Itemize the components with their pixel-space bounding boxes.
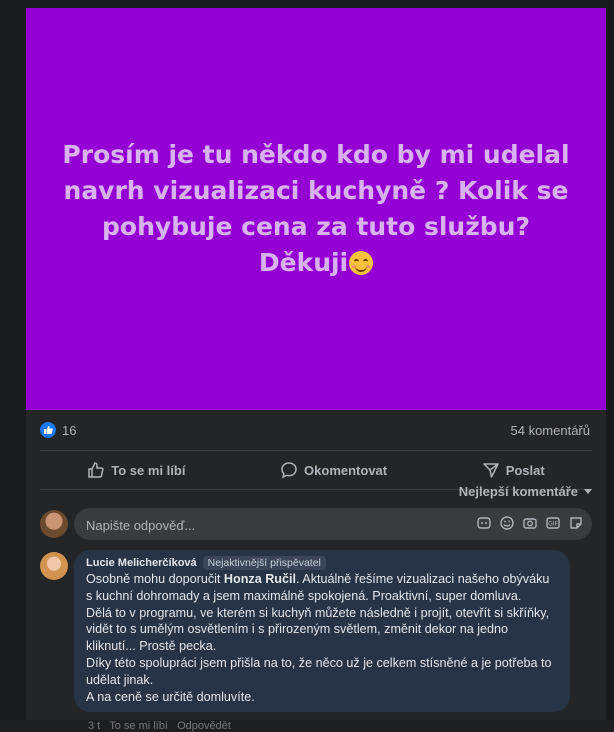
thumbs-up-icon: [88, 462, 104, 478]
comment-button-label: Okomentovat: [304, 462, 388, 478]
send-icon: [482, 463, 499, 478]
smiling-face-icon: [349, 251, 374, 275]
mentioned-name[interactable]: Honza Ručil: [224, 572, 296, 586]
gif-icon[interactable]: GIF: [545, 515, 561, 531]
current-user-avatar[interactable]: [40, 510, 68, 538]
comment-author[interactable]: Lucie Melicherčíková: [86, 557, 197, 569]
share-button-label: Poslat: [505, 462, 545, 478]
post-text: Prosím je tu někdo kdo by mi udelal navr…: [56, 137, 576, 281]
feed-background: Prosím je tu někdo kdo by mi udelal navr…: [0, 0, 614, 732]
reply-input[interactable]: [84, 508, 468, 542]
like-button-label: To se mi líbí: [111, 462, 186, 478]
svg-text:GIF: GIF: [548, 521, 558, 528]
composer-tools: GIF: [476, 515, 584, 531]
share-button[interactable]: Poslat: [482, 461, 545, 479]
avatar-sticker-icon[interactable]: [476, 515, 492, 531]
post-text-background[interactable]: Prosím je tu někdo kdo by mi udelal navr…: [26, 8, 606, 410]
comment-text-pre: Osobně mohu doporučit: [86, 572, 224, 586]
post-card: Prosím je tu někdo kdo by mi udelal navr…: [26, 8, 606, 732]
reply-composer: GIF: [40, 508, 592, 542]
comment-sort-dropdown[interactable]: Nejlepší komentáře: [459, 484, 592, 499]
like-count: 16: [62, 422, 77, 438]
comment-like-link[interactable]: To se mi líbí: [109, 720, 168, 732]
camera-icon[interactable]: [522, 515, 538, 531]
comment-paragraph-1: Osobně mohu doporučit Honza Ručil. Aktuá…: [86, 571, 558, 605]
comment-header: Lucie Melicherčíková Nejaktivnější přisp…: [86, 556, 558, 570]
commenter-avatar[interactable]: [40, 552, 68, 580]
comment-time: 3 t: [88, 720, 101, 732]
post-stats: 16 54 komentářů: [26, 410, 606, 450]
comment-meta: 3 t To se mi líbí Odpovědět: [88, 720, 231, 732]
comment-count-link[interactable]: 54 komentářů: [511, 423, 607, 438]
post-text-content: Prosím je tu někdo kdo by mi udelal navr…: [62, 140, 570, 277]
comment-bubble-icon: [281, 462, 297, 479]
sticker-icon[interactable]: [568, 515, 584, 531]
top-contributor-badge: Nejaktivnější přispěvatel: [202, 556, 326, 570]
comment-paragraph-4: A na ceně se určitě domluvíte.: [86, 689, 255, 704]
reply-input-container: GIF: [74, 508, 592, 542]
comment-reply-link[interactable]: Odpovědět: [177, 720, 231, 732]
like-reaction-icon: [40, 422, 56, 438]
chevron-down-icon: [584, 489, 592, 494]
comment-text: Osobně mohu doporučit Honza Ručil. Aktuá…: [86, 571, 558, 705]
like-button[interactable]: To se mi líbí: [87, 461, 185, 479]
comment-paragraph-2: Dělá to v programu, ve kterém si kuchyň …: [86, 605, 550, 654]
comment-button[interactable]: Okomentovat: [280, 461, 387, 479]
emoji-icon[interactable]: [499, 515, 515, 531]
comment-bubble: Lucie Melicherčíková Nejaktivnější přisp…: [74, 550, 570, 712]
comment-paragraph-3: Díky této spolupráci jsem přišla na to, …: [86, 655, 552, 687]
comment-sort-label: Nejlepší komentáře: [458, 484, 578, 499]
reaction-summary[interactable]: 16: [26, 422, 76, 438]
